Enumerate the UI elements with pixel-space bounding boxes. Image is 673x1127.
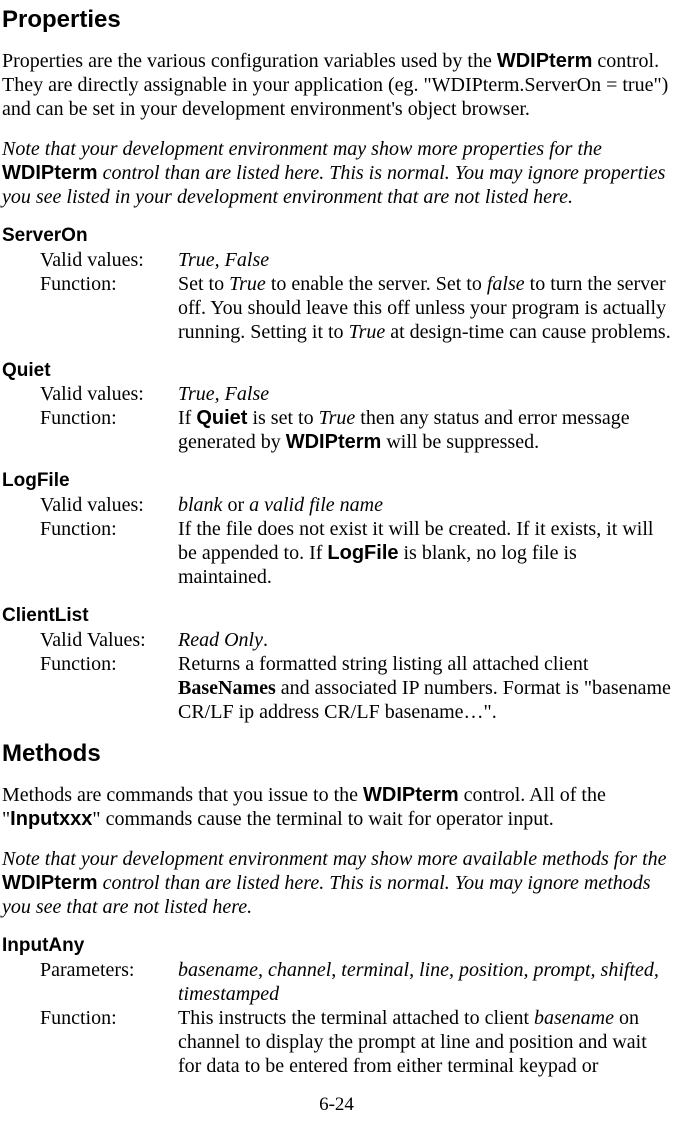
clientlist-function: Returns a formatted string listing all a…	[178, 652, 671, 724]
property-quiet: Quiet Valid values: True, False Function…	[2, 360, 671, 455]
text: Properties are the various configuration…	[2, 50, 497, 72]
serveron-values: True, False	[178, 248, 671, 272]
text: Set to	[178, 273, 229, 295]
text: will be suppressed.	[381, 431, 539, 453]
text-bold: WDIPterm	[363, 784, 459, 806]
properties-intro: Properties are the various configuration…	[2, 49, 671, 121]
text: to enable the server. Set to	[266, 273, 487, 295]
label-valid-values: Valid values:	[40, 493, 178, 517]
method-inputany: InputAny Parameters: basename, channel, …	[2, 935, 671, 1078]
text-bold: Inputxxx	[10, 808, 92, 830]
text: If	[178, 407, 196, 429]
text-bold: WDIPterm	[497, 50, 593, 72]
text-italic: false	[487, 273, 525, 295]
label-function: Function:	[40, 517, 178, 589]
method-name: InputAny	[2, 935, 671, 958]
methods-note: Note that your development environment m…	[2, 847, 671, 919]
text: Returns a formatted string listing all a…	[178, 653, 588, 675]
text: This instructs the terminal attached to …	[178, 1007, 534, 1029]
property-serveron: ServerOn Valid values: True, False Funct…	[2, 225, 671, 344]
text: control than are listed here. This is no…	[2, 162, 665, 208]
text: Note that your development environment m…	[2, 138, 602, 160]
page-number: 6-24	[2, 1094, 671, 1117]
property-name: ClientList	[2, 605, 671, 628]
clientlist-values: Read Only.	[178, 628, 671, 652]
label-valid-values: Valid values:	[40, 248, 178, 272]
text-bold: BaseNames	[178, 677, 276, 699]
logfile-values: blank or a valid file name	[178, 493, 671, 517]
property-name: Quiet	[2, 360, 671, 383]
text-italic: a valid file name	[249, 494, 383, 516]
quiet-values: True, False	[178, 382, 671, 406]
logfile-function: If the file does not exist it will be cr…	[178, 517, 671, 589]
text-italic: blank	[178, 494, 222, 516]
property-clientlist: ClientList Valid Values: Read Only. Func…	[2, 605, 671, 724]
methods-intro: Methods are commands that you issue to t…	[2, 783, 671, 831]
text: Methods are commands that you issue to t…	[2, 784, 363, 806]
text-italic: True	[349, 321, 386, 343]
text-bold: WDIPterm	[2, 162, 98, 184]
property-name: ServerOn	[2, 225, 671, 248]
quiet-function: If Quiet is set to True then any status …	[178, 406, 671, 454]
text: " commands cause the terminal to wait fo…	[92, 808, 553, 830]
text-bold: WDIPterm	[286, 431, 382, 453]
text: at design-time can cause problems.	[385, 321, 670, 343]
text-italic: basename	[534, 1007, 614, 1029]
heading-methods: Methods	[2, 740, 671, 769]
properties-note: Note that your development environment m…	[2, 137, 671, 209]
label-function: Function:	[40, 406, 178, 454]
label-valid-values: Valid Values:	[40, 628, 178, 652]
text: .	[263, 629, 268, 651]
text: control than are listed here. This is no…	[2, 872, 651, 918]
text: Note that your development environment m…	[2, 848, 667, 870]
text-bold: WDIPterm	[2, 872, 98, 894]
label-valid-values: Valid values:	[40, 382, 178, 406]
inputany-params: basename, channel, terminal, line, posit…	[178, 958, 671, 1006]
text: or	[222, 494, 249, 516]
text-bold: LogFile	[327, 542, 398, 564]
property-logfile: LogFile Valid values: blank or a valid f…	[2, 470, 671, 589]
property-name: LogFile	[2, 470, 671, 493]
label-function: Function:	[40, 1006, 178, 1078]
text-italic: True	[319, 407, 356, 429]
label-parameters: Parameters:	[40, 958, 178, 1006]
label-function: Function:	[40, 272, 178, 344]
text: is set to	[247, 407, 318, 429]
text-italic: Read Only	[178, 629, 263, 651]
serveron-function: Set to True to enable the server. Set to…	[178, 272, 671, 344]
text-italic: True	[229, 273, 266, 295]
heading-properties: Properties	[2, 6, 671, 35]
inputany-function: This instructs the terminal attached to …	[178, 1006, 671, 1078]
text-bold: Quiet	[196, 407, 247, 429]
label-function: Function:	[40, 652, 178, 724]
